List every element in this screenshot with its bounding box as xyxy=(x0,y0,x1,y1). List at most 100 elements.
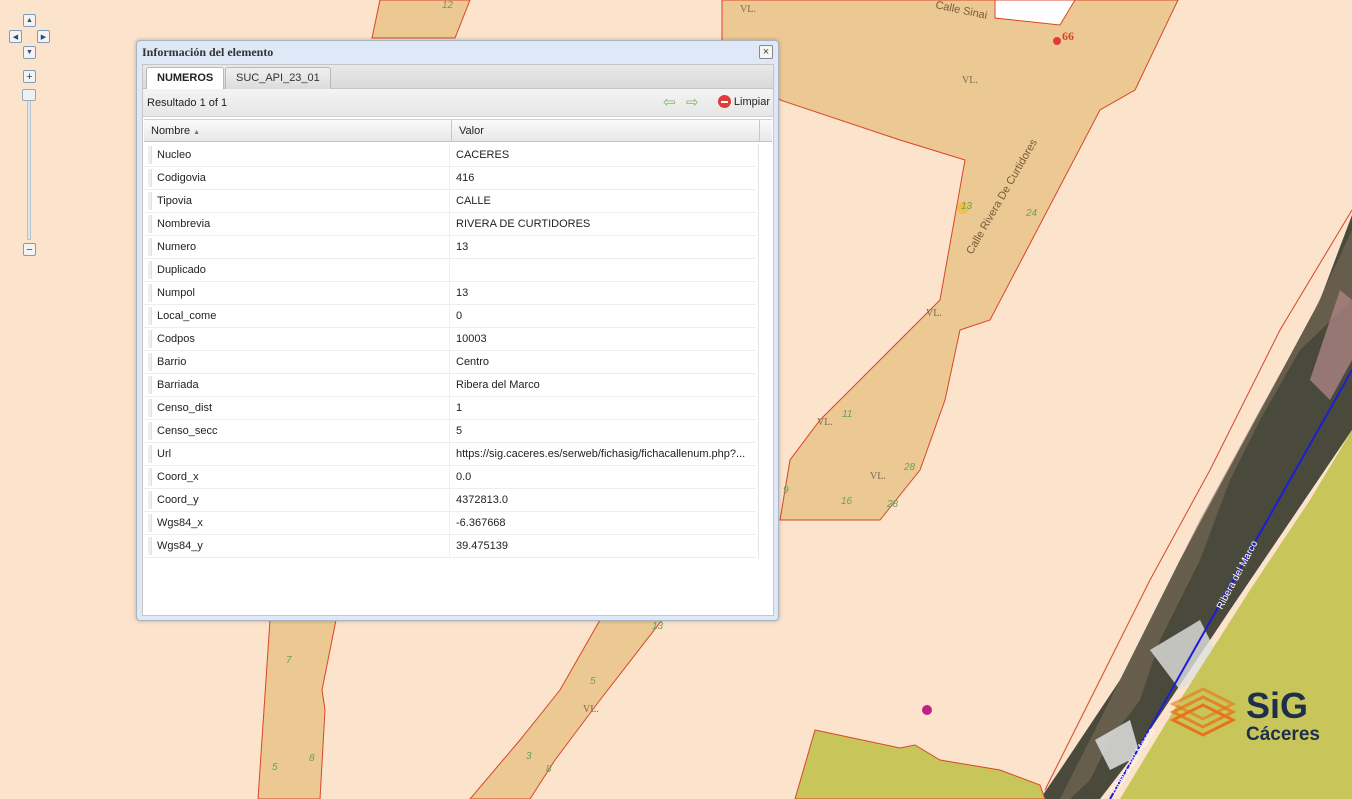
cell-divider xyxy=(449,328,450,350)
column-header-nombre[interactable]: Nombre ▲ xyxy=(144,120,452,142)
attribute-name-cell: Local_come xyxy=(157,310,217,322)
row-gutter xyxy=(148,215,152,233)
attribute-value-cell: Ribera del Marco xyxy=(456,379,540,391)
table-row[interactable]: Duplicado xyxy=(144,259,756,282)
table-row[interactable]: Barrio Centro xyxy=(144,351,756,374)
previous-arrow-icon[interactable]: ⇦ xyxy=(663,93,676,111)
table-row[interactable]: Coord_x 0.0 xyxy=(144,466,756,489)
table-row[interactable]: Wgs84_x -6.367668 xyxy=(144,512,756,535)
table-row[interactable]: Local_come 0 xyxy=(144,305,756,328)
table-row[interactable]: Nucleo CACERES xyxy=(144,144,756,167)
map-point xyxy=(1053,37,1061,45)
row-gutter xyxy=(148,422,152,440)
attribute-value-cell: 13 xyxy=(456,287,469,299)
attribute-name-cell: Censo_dist xyxy=(157,402,213,414)
map-parcel-number: 66 xyxy=(1062,29,1074,43)
map-parcel-number: 12 xyxy=(442,0,454,11)
attribute-name-cell: Censo_secc xyxy=(157,425,218,437)
map-parcel-number: 3 xyxy=(526,751,532,762)
map-parcel-number: 8 xyxy=(546,764,552,775)
tab-suc-api-23-01[interactable]: SUC_API_23_01 xyxy=(225,67,331,89)
attribute-name-cell: Tipovia xyxy=(157,195,193,207)
column-header-label: Nombre xyxy=(151,125,191,137)
map-label: VL. xyxy=(817,417,833,428)
table-row[interactable]: Coord_y 4372813.0 xyxy=(144,489,756,512)
table-row[interactable]: Censo_dist 1 xyxy=(144,397,756,420)
attribute-name-cell: Nucleo xyxy=(157,149,192,161)
row-gutter xyxy=(148,192,152,210)
column-header-valor[interactable]: Valor xyxy=(452,120,760,142)
attribute-value-cell: https://sig.caceres.es/serweb/fichasig/f… xyxy=(456,448,746,460)
cell-divider xyxy=(449,420,450,442)
attribute-name-cell: Codigovia xyxy=(157,172,206,184)
logo-text-caceres: Cáceres xyxy=(1246,724,1320,745)
zoom-out-button[interactable]: − xyxy=(23,243,36,256)
map-label: VL. xyxy=(583,704,599,715)
grid-header: Nombre ▲ Valor xyxy=(144,119,772,142)
row-gutter xyxy=(148,330,152,348)
attribute-name-cell: Numpol xyxy=(157,287,195,299)
map-parcel-number: 8 xyxy=(309,753,315,764)
cell-divider xyxy=(449,282,450,304)
map-parcel-number: 16 xyxy=(841,496,853,507)
table-row[interactable]: Url https://sig.caceres.es/serweb/fichasi… xyxy=(144,443,756,466)
element-info-dialog: Información del elemento × NUMEROS SUC_A… xyxy=(136,40,779,621)
table-row[interactable]: Codpos 10003 xyxy=(144,328,756,351)
zoom-slider-handle[interactable] xyxy=(22,89,36,101)
next-arrow-icon[interactable]: ⇨ xyxy=(686,93,699,111)
attribute-name-cell: Duplicado xyxy=(157,264,206,276)
clear-button[interactable]: Limpiar xyxy=(717,95,770,108)
attribute-value-cell: Centro xyxy=(456,356,490,368)
attribute-name-cell: Coord_y xyxy=(157,494,199,506)
map-parcel-number: 28 xyxy=(886,499,899,510)
table-row[interactable]: Numero 13 xyxy=(144,236,756,259)
cell-divider xyxy=(449,374,450,396)
attribute-value-cell: CACERES xyxy=(456,149,510,161)
clear-button-label: Limpiar xyxy=(733,95,770,108)
grid-scrollbar[interactable] xyxy=(758,144,773,559)
zoom-slider-track[interactable] xyxy=(27,90,31,240)
pan-right-button[interactable]: ▶ xyxy=(37,30,50,43)
column-header-label: Valor xyxy=(459,125,484,137)
attribute-value-cell: 39.475139 xyxy=(456,540,508,552)
row-gutter xyxy=(148,238,152,256)
table-row[interactable]: Censo_secc 5 xyxy=(144,420,756,443)
attribute-value-cell: 4372813.0 xyxy=(456,494,508,506)
table-row[interactable]: Wgs84_y 39.475139 xyxy=(144,535,756,558)
attribute-name-cell: Wgs84_y xyxy=(157,540,203,552)
row-gutter xyxy=(148,537,152,555)
map-parcel-number: 24 xyxy=(1025,208,1038,219)
cell-divider xyxy=(449,351,450,373)
attribute-name-cell: Coord_x xyxy=(157,471,199,483)
close-icon[interactable]: × xyxy=(759,45,773,59)
cell-divider xyxy=(449,443,450,465)
cell-divider xyxy=(449,144,450,166)
pan-down-button[interactable]: ▼ xyxy=(23,46,36,59)
row-gutter xyxy=(148,169,152,187)
tab-strip: NUMEROS SUC_API_23_01 xyxy=(142,64,774,90)
attribute-name-cell: Codpos xyxy=(157,333,195,345)
attribute-name-cell: Numero xyxy=(157,241,197,253)
zoom-in-button[interactable]: + xyxy=(23,70,36,83)
grid-body: Nucleo CACERES Codigovia 416 Tipovia CALLE Nom… xyxy=(144,144,756,558)
map-parcel-number: 11 xyxy=(842,409,852,420)
row-gutter xyxy=(148,353,152,371)
row-gutter xyxy=(148,261,152,279)
attribute-name-cell: Barrio xyxy=(157,356,187,368)
table-row[interactable]: Barriada Ribera del Marco xyxy=(144,374,756,397)
row-gutter xyxy=(148,514,152,532)
cell-divider xyxy=(449,512,450,534)
table-row[interactable]: Codigovia 416 xyxy=(144,167,756,190)
map-label: VL. xyxy=(740,4,756,15)
logo-text-sig: SiG xyxy=(1246,685,1308,726)
pan-up-button[interactable]: ▲ xyxy=(23,14,36,27)
table-row[interactable]: Numpol 13 xyxy=(144,282,756,305)
tab-numeros[interactable]: NUMEROS xyxy=(146,67,225,90)
tab-panel: Resultado 1 of 1 ⇦ ⇨ Limpiar Nombre ▲ Val… xyxy=(142,89,774,616)
table-row[interactable]: Tipovia CALLE xyxy=(144,190,756,213)
pan-left-button[interactable]: ◀ xyxy=(9,30,22,43)
table-row[interactable]: Nombrevia RIVERA DE CURTIDORES xyxy=(144,213,756,236)
result-counter: Resultado 1 of 1 xyxy=(147,97,228,109)
attribute-value-cell: 13 xyxy=(456,241,469,253)
sort-ascending-icon: ▲ xyxy=(193,129,201,136)
